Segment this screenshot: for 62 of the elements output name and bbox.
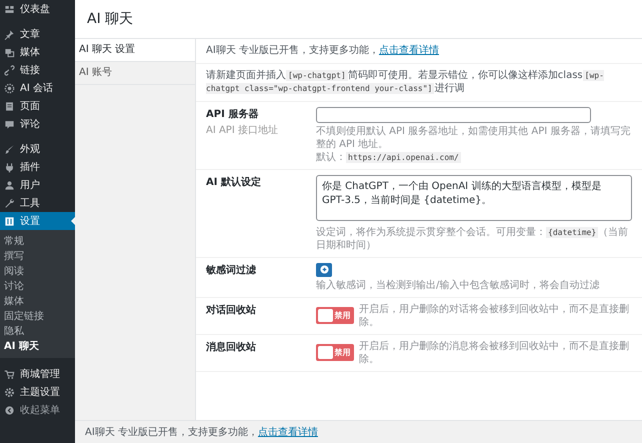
field-label: 对话回收站 (206, 304, 257, 316)
field-label: AI 默认设定 (206, 175, 262, 188)
notice-text: 请新建页面并插入 [wp-chatgpt] 简码即可使用。若显示错位，你可以像这样添加class [wp-chatgpt class="wp-chatgpt-frontend your-class"] 进行调 (196, 64, 642, 102)
link-icon (4, 64, 15, 76)
gear-icon (4, 386, 15, 398)
code-snippet: https://api.openai.com/ (346, 152, 461, 162)
input-field[interactable] (316, 106, 591, 122)
submenu-item[interactable]: 隐私 (0, 324, 75, 339)
menu-item[interactable]: 插件 (0, 158, 75, 176)
plug-icon (4, 162, 15, 172)
collapse-icon (4, 404, 15, 416)
menu-item[interactable]: 评论 (0, 115, 75, 133)
menu-item[interactable]: AI 会话 (0, 79, 75, 97)
user-icon (4, 180, 15, 190)
page-icon (4, 100, 15, 112)
menu-item[interactable]: 仪表盘 (0, 0, 75, 18)
media-icon (4, 46, 15, 58)
field-label: API 服务器 (206, 108, 260, 120)
submenu-item[interactable]: AI 聊天 (0, 339, 75, 354)
field-description: 开启后，用户删除的对话将会被移到回收站中，而不是直接删除。 (359, 302, 630, 328)
submenu-item[interactable]: 固定链接 (0, 309, 75, 324)
notice-text: AI聊天 专业版已开售，支持更多功能，点击查看详情 (196, 39, 642, 64)
menu-item[interactable]: 外观 (0, 140, 75, 158)
menu-item[interactable]: 商城管理 (0, 365, 75, 383)
submenu-item[interactable]: 常规 (0, 234, 75, 249)
field-description: 不填则使用默认 API 服务器地址，如需使用其他 API 服务器，请填写完整的 API 地址。 默认： https://api.openai.com/ (316, 124, 632, 164)
gear-icon (4, 82, 15, 94)
field-sublabel: AI API 接口地址 (206, 124, 279, 136)
page-title: AI 聊天 (87, 10, 134, 28)
textarea-field[interactable]: 你是 ChatGPT，一个由 OpenAI 训练的大型语言模型，模型是 GPT-3.5，当前时间是 {datetime}。 (316, 174, 632, 220)
menu-item[interactable]: 文章 (0, 25, 75, 43)
submenu-item[interactable]: 阅读 (0, 264, 75, 279)
cart-icon (4, 368, 15, 380)
pin-icon (4, 28, 15, 40)
submenu-item[interactable]: 撰写 (0, 249, 75, 264)
menu-item[interactable]: 页面 (0, 97, 75, 115)
brush-icon (4, 144, 15, 154)
comment-icon (4, 118, 15, 130)
tab[interactable]: AI 聊天 设置 (75, 39, 195, 62)
collapse-menu[interactable]: 收起菜单 (0, 401, 75, 419)
code-snippet: [wp-chatgpt] (286, 70, 348, 80)
add-button[interactable] (316, 262, 332, 276)
wrench-icon (4, 198, 15, 208)
menu-item[interactable]: 用户 (0, 176, 75, 194)
details-link[interactable]: 点击查看详情 (378, 45, 439, 56)
code-snippet: {datetime} (546, 226, 598, 238)
field-description: 设定词，将作为系统提示贯穿整个会话。可用变量： {datetime} （当前日期和时间） (316, 226, 630, 252)
submenu-item[interactable]: 媒体 (0, 294, 75, 309)
details-link[interactable]: 点击查看详情 (258, 427, 318, 438)
sliders-icon (4, 216, 15, 226)
gauge-icon (4, 4, 15, 14)
menu-item[interactable]: 主题设置 (0, 383, 75, 401)
field-description: 输入敏感词，当检测到输出/输入中包含敏感词时，将会自动过滤 (316, 278, 600, 292)
field-label: 敏感词过滤 (206, 264, 257, 276)
field-label: 消息回收站 (206, 340, 257, 354)
submenu-item[interactable]: 讨论 (0, 279, 75, 294)
field-description: 开启后，用户删除的消息将会被移到回收站中，而不是直接删除。 (359, 340, 630, 366)
menu-item[interactable]: 链接 (0, 61, 75, 79)
menu-item[interactable]: 工具 (0, 194, 75, 212)
plus-circle-icon (320, 265, 328, 274)
menu-item[interactable]: 设置 (0, 212, 75, 230)
menu-item[interactable]: 媒体 (0, 43, 75, 61)
